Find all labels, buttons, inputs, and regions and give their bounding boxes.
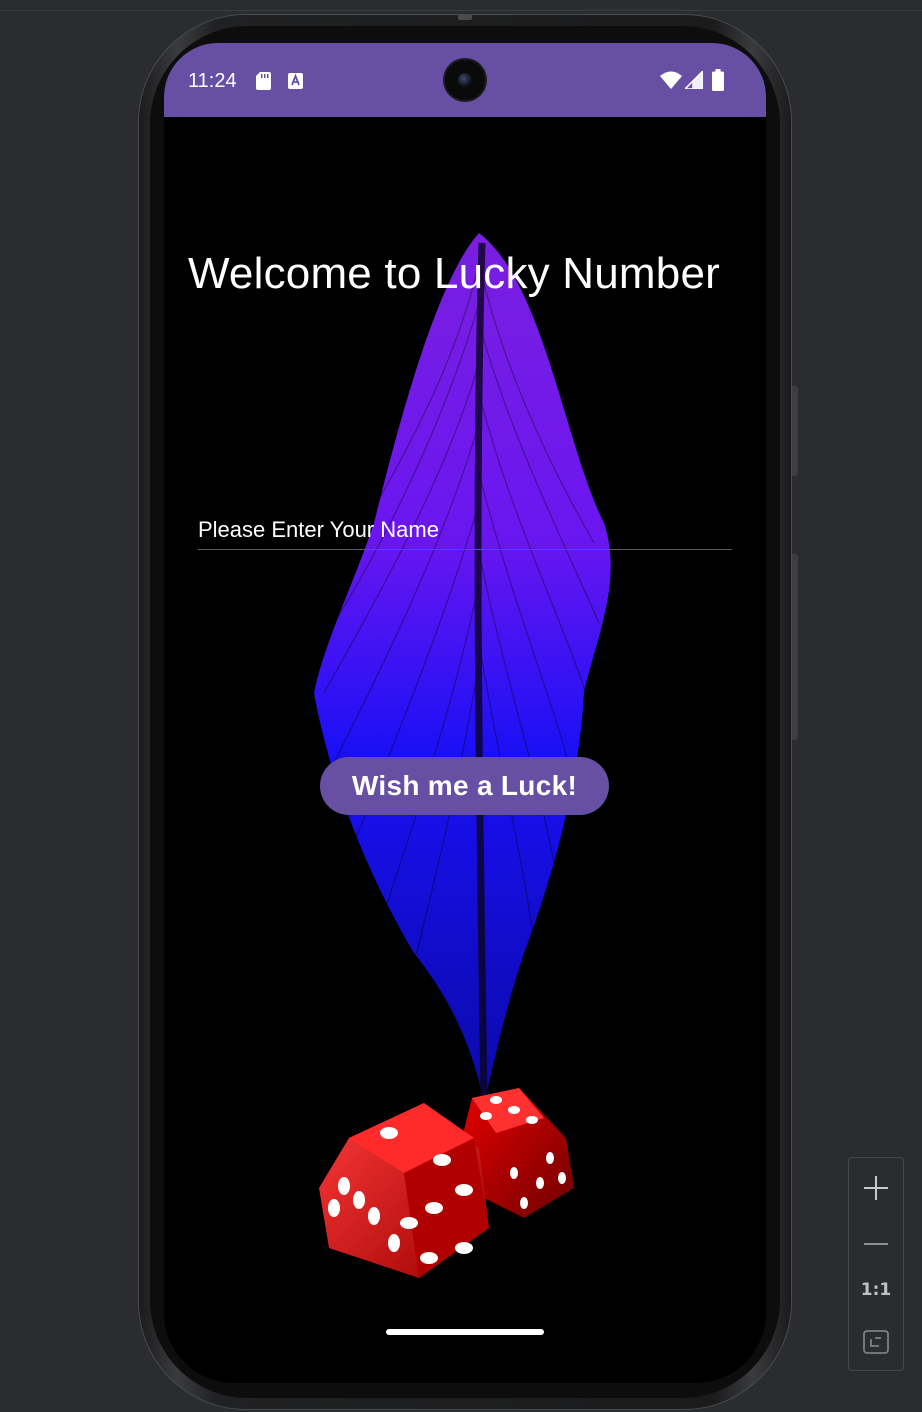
name-input[interactable] [198,511,732,550]
volume-button[interactable] [792,386,798,476]
status-bar: 11:24 [164,43,766,117]
home-indicator[interactable] [386,1329,544,1335]
actual-size-button[interactable]: 1:1 [849,1270,903,1310]
signal-icon [685,71,703,89]
device-top-sensor [458,14,472,20]
minus-icon [864,1243,888,1245]
actual-size-label: 1:1 [860,1280,892,1300]
text-a-icon [288,73,303,89]
fit-screen-button[interactable] [849,1322,903,1362]
battery-icon [712,69,724,91]
feather-background-image [314,233,611,1104]
front-camera [445,60,485,100]
sd-card-icon [256,72,271,90]
zoom-controls-panel: 1:1 [848,1157,904,1371]
plus-icon [864,1176,888,1200]
dice-image [319,1088,574,1278]
fit-screen-icon [863,1330,889,1354]
welcome-title: Welcome to Lucky Number [188,249,720,298]
zoom-out-button[interactable] [849,1218,903,1258]
power-button[interactable] [792,554,798,740]
zoom-in-button[interactable] [849,1168,903,1208]
device-screen: 11:24 Welcome to Lucky Number Please Ent… [164,43,766,1383]
wifi-icon [660,71,682,89]
toolbar-divider [0,10,922,11]
wish-me-luck-button[interactable]: Wish me a Luck! [320,757,609,815]
status-time: 11:24 [188,70,237,92]
